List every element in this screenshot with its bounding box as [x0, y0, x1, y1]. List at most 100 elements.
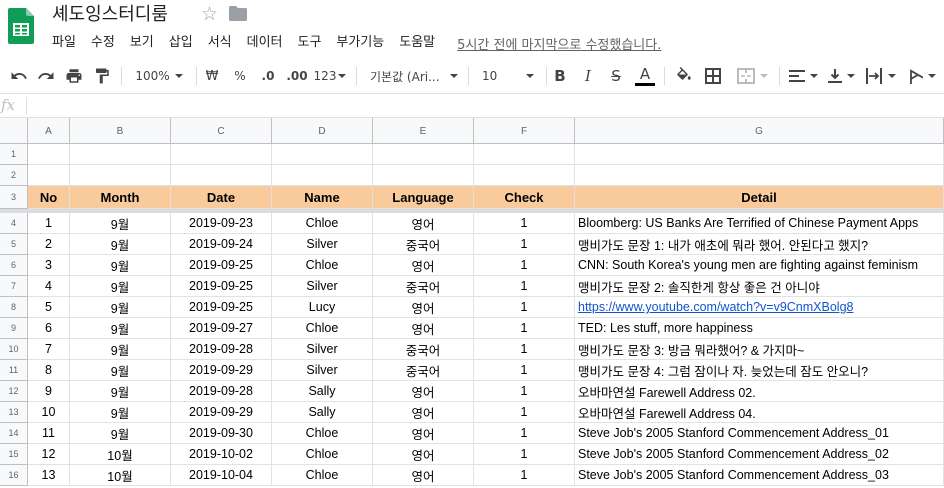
column-header-c[interactable]: C	[171, 118, 272, 144]
table-cell[interactable]: 9월	[70, 381, 171, 402]
menu-item-3[interactable]: 삽입	[169, 33, 193, 53]
table-cell[interactable]	[70, 165, 171, 186]
table-cell[interactable]: 영어	[373, 402, 474, 423]
sheets-logo-icon[interactable]	[8, 8, 34, 44]
table-cell[interactable]: 영어	[373, 465, 474, 486]
table-cell[interactable]: 9월	[70, 297, 171, 318]
table-cell[interactable]: 9월	[70, 402, 171, 423]
table-cell[interactable]: 2019-09-28	[171, 381, 272, 402]
table-cell[interactable]: Bloomberg: US Banks Are Terrified of Chi…	[575, 213, 944, 234]
menu-item-7[interactable]: 부가기능	[336, 33, 384, 53]
column-header-d[interactable]: D	[272, 118, 373, 144]
font-size-select[interactable]: 10	[474, 58, 540, 94]
table-cell[interactable]: Steve Job's 2005 Stanford Commencement A…	[575, 423, 944, 444]
column-title-cell[interactable]: No	[28, 186, 70, 209]
column-title-cell[interactable]: Detail	[575, 186, 944, 209]
text-color-button[interactable]: A	[632, 58, 658, 94]
redo-button[interactable]	[33, 58, 59, 94]
table-cell[interactable]: 9	[28, 381, 70, 402]
column-header-b[interactable]: B	[70, 118, 171, 144]
table-cell[interactable]: CNN: South Korea's young men are fightin…	[575, 255, 944, 276]
table-cell[interactable]: 2019-09-25	[171, 297, 272, 318]
menu-item-8[interactable]: 도움말	[399, 33, 435, 53]
table-cell[interactable]	[272, 165, 373, 186]
table-cell[interactable]: 중국어	[373, 234, 474, 255]
table-cell[interactable]: 2019-09-24	[171, 234, 272, 255]
menu-item-5[interactable]: 데이터	[247, 33, 283, 53]
table-cell[interactable]	[474, 165, 575, 186]
row-header[interactable]: 1	[0, 144, 28, 165]
table-cell[interactable]: 맹비가도 문장 4: 그럼 잠이나 자. 늦었는데 잠도 안오니?	[575, 360, 944, 381]
table-cell[interactable]	[28, 144, 70, 165]
last-edit-link[interactable]: 5시간 전에 마지막으로 수정했습니다.	[457, 34, 661, 53]
table-cell[interactable]: 2019-10-02	[171, 444, 272, 465]
table-cell[interactable]: Silver	[272, 234, 373, 255]
borders-button[interactable]	[701, 58, 725, 94]
column-title-cell[interactable]: Name	[272, 186, 373, 209]
table-cell[interactable]	[28, 165, 70, 186]
table-cell[interactable]: 9월	[70, 423, 171, 444]
row-header[interactable]: 14	[0, 423, 28, 444]
row-header[interactable]: 13	[0, 402, 28, 423]
text-rotation-button[interactable]	[902, 58, 938, 94]
table-cell[interactable]: 1	[474, 339, 575, 360]
table-cell[interactable]: 11	[28, 423, 70, 444]
star-icon[interactable]: ☆	[201, 3, 218, 25]
column-title-cell[interactable]: Check	[474, 186, 575, 209]
row-header[interactable]: 12	[0, 381, 28, 402]
increase-decimal-button[interactable]: .00	[283, 58, 311, 94]
formula-input[interactable]	[34, 94, 934, 117]
table-cell[interactable]: 2019-09-25	[171, 276, 272, 297]
table-cell[interactable]: 10	[28, 402, 70, 423]
table-cell[interactable]: 4	[28, 276, 70, 297]
strikethrough-button[interactable]: S	[606, 58, 626, 94]
table-cell[interactable]: 영어	[373, 318, 474, 339]
table-cell[interactable]: 9월	[70, 318, 171, 339]
column-title-cell[interactable]: Language	[373, 186, 474, 209]
table-cell[interactable]: Silver	[272, 339, 373, 360]
table-cell[interactable]: Chloe	[272, 465, 373, 486]
menu-item-1[interactable]: 수정	[91, 33, 115, 53]
menu-item-2[interactable]: 보기	[130, 33, 154, 53]
column-header-a[interactable]: A	[28, 118, 70, 144]
table-cell[interactable]: Chloe	[272, 318, 373, 339]
table-cell[interactable]: 1	[474, 423, 575, 444]
row-header[interactable]: 9	[0, 318, 28, 339]
table-cell[interactable]	[373, 144, 474, 165]
table-cell[interactable]: 1	[474, 255, 575, 276]
row-header[interactable]: 11	[0, 360, 28, 381]
table-cell[interactable]: 9월	[70, 213, 171, 234]
table-cell[interactable]: 9월	[70, 234, 171, 255]
font-family-select[interactable]: 기본값 (Ari...	[364, 58, 462, 94]
table-cell[interactable]: 영어	[373, 297, 474, 318]
table-cell[interactable]: 2019-09-30	[171, 423, 272, 444]
horizontal-align-button[interactable]	[786, 58, 820, 94]
row-header[interactable]: 15	[0, 444, 28, 465]
undo-button[interactable]	[6, 58, 32, 94]
table-cell[interactable]: 1	[474, 402, 575, 423]
table-cell[interactable]: 1	[474, 381, 575, 402]
row-header[interactable]: 7	[0, 276, 28, 297]
table-cell[interactable]: 9월	[70, 360, 171, 381]
text-wrap-button[interactable]	[862, 58, 898, 94]
table-cell[interactable]: 영어	[373, 423, 474, 444]
table-cell[interactable]: Sally	[272, 381, 373, 402]
link-cell[interactable]: https://www.youtube.com/watch?v=v9CnmXBo…	[575, 297, 944, 318]
fill-color-button[interactable]	[672, 58, 696, 94]
table-cell[interactable]: 1	[474, 297, 575, 318]
table-cell[interactable]: 6	[28, 318, 70, 339]
table-cell[interactable]: 맹비가도 문장 2: 솔직한게 항상 좋은 건 아니야	[575, 276, 944, 297]
table-cell[interactable]: Steve Job's 2005 Stanford Commencement A…	[575, 465, 944, 486]
table-cell[interactable]	[171, 144, 272, 165]
select-all-corner[interactable]	[0, 118, 28, 144]
table-cell[interactable]: Silver	[272, 276, 373, 297]
table-cell[interactable]: 1	[474, 276, 575, 297]
table-cell[interactable]: 2	[28, 234, 70, 255]
table-cell[interactable]: Lucy	[272, 297, 373, 318]
table-cell[interactable]: Chloe	[272, 213, 373, 234]
table-cell[interactable]: Chloe	[272, 423, 373, 444]
table-cell[interactable]: 5	[28, 297, 70, 318]
table-cell[interactable]: 영어	[373, 381, 474, 402]
percent-format-button[interactable]: %	[230, 58, 250, 94]
table-cell[interactable]	[171, 165, 272, 186]
